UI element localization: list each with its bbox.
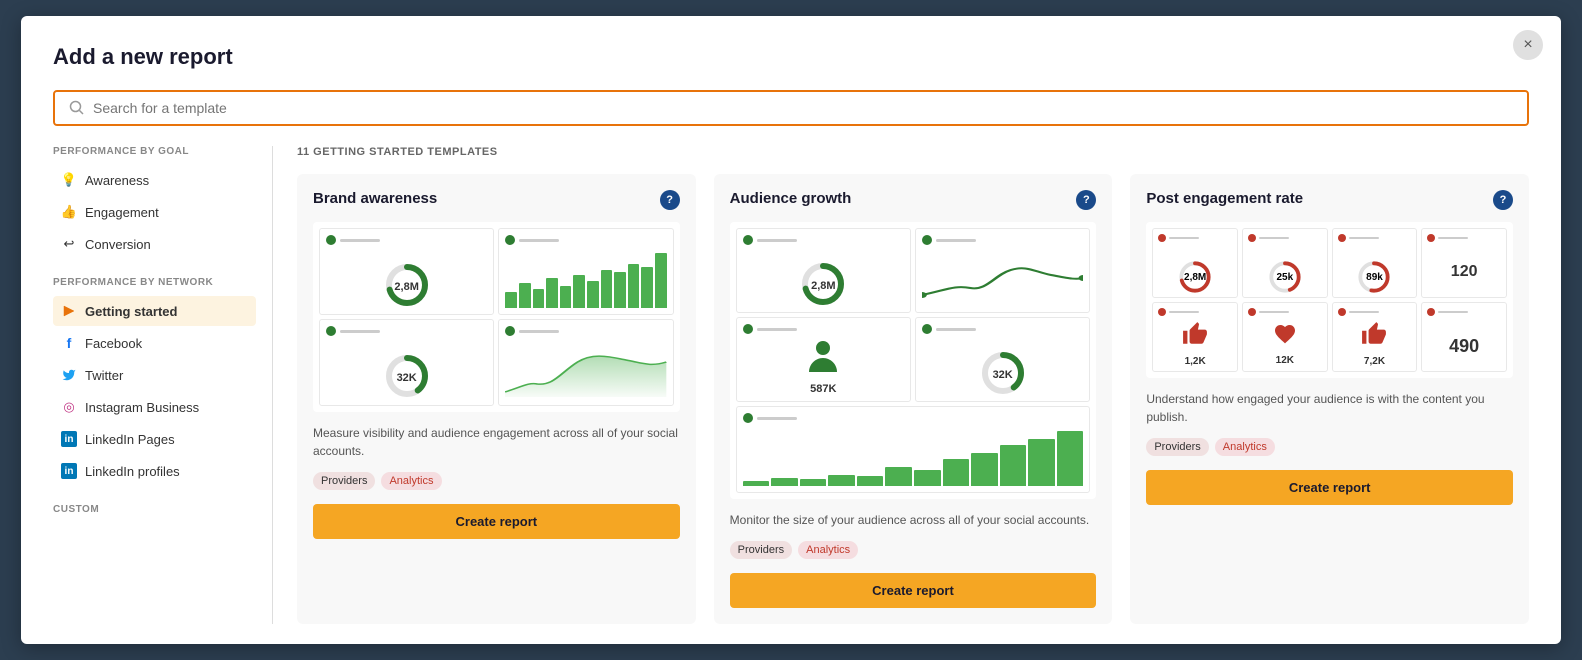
sidebar-goal-label: PERFORMANCE BY GOAL: [53, 146, 256, 157]
pe-cell-8: 490: [1421, 302, 1507, 372]
sidebar-item-engagement-label: Engagement: [85, 205, 159, 220]
sidebar-item-twitter-label: Twitter: [85, 368, 123, 383]
pe-cell-2: 25k: [1242, 228, 1328, 298]
search-icon: [69, 100, 85, 116]
sidebar-goal-section: PERFORMANCE BY GOAL 💡 Awareness 👍 Engage…: [53, 146, 256, 259]
sidebar-item-conversion-label: Conversion: [85, 237, 151, 252]
awareness-icon: 💡: [61, 172, 77, 188]
post-engagement-tags: Providers Analytics: [1146, 438, 1513, 456]
tag-providers-pe: Providers: [1146, 438, 1208, 456]
preview-area-1: [498, 319, 673, 406]
linkedin-pages-icon: in: [61, 431, 77, 447]
pe-cell-1: 2,8M: [1152, 228, 1238, 298]
templates-grid: Brand awareness ?: [297, 174, 1529, 624]
preview-bar-1: [498, 228, 673, 315]
content-area: PERFORMANCE BY GOAL 💡 Awareness 👍 Engage…: [53, 146, 1529, 624]
audience-growth-help[interactable]: ?: [1076, 190, 1096, 210]
sidebar-custom-label: CUSTOM: [53, 504, 256, 515]
create-report-btn-post-engagement[interactable]: Create report: [1146, 470, 1513, 505]
brand-awareness-desc: Measure visibility and audience engageme…: [313, 424, 680, 460]
card-header-post-engagement: Post engagement rate ?: [1146, 190, 1513, 210]
pe-cell-5: 1,2K: [1152, 302, 1238, 372]
audience-growth-desc: Monitor the size of your audience across…: [730, 511, 1097, 529]
pe-cell-7: 7,2K: [1332, 302, 1418, 372]
brand-awareness-tags: Providers Analytics: [313, 472, 680, 490]
add-report-modal: Add a new report × PERFORMANCE BY GOAL 💡…: [21, 16, 1561, 644]
templates-section-label: 11 GETTING STARTED TEMPLATES: [297, 146, 1529, 158]
tag-analytics-pe: Analytics: [1215, 438, 1275, 456]
preview-ag-donut: 2,8M: [736, 228, 911, 313]
instagram-icon: ◎: [61, 399, 77, 415]
tag-providers-ag: Providers: [730, 541, 792, 559]
modal-title: Add a new report: [53, 44, 1529, 70]
sidebar-item-engagement[interactable]: 👍 Engagement: [53, 197, 256, 227]
create-report-btn-brand-awareness[interactable]: Create report: [313, 504, 680, 539]
brand-awareness-preview: 2,8M: [313, 222, 680, 412]
brand-awareness-title: Brand awareness: [313, 190, 437, 207]
audience-growth-tags: Providers Analytics: [730, 541, 1097, 559]
post-engagement-title: Post engagement rate: [1146, 190, 1303, 207]
engagement-icon: 👍: [61, 204, 77, 220]
post-engagement-help[interactable]: ?: [1493, 190, 1513, 210]
sidebar-item-instagram[interactable]: ◎ Instagram Business: [53, 392, 256, 422]
preview-ag-line: [915, 228, 1090, 313]
pe-cell-4: 120: [1421, 228, 1507, 298]
post-engagement-desc: Understand how engaged your audience is …: [1146, 390, 1513, 426]
close-button[interactable]: ×: [1513, 30, 1543, 60]
sidebar-item-conversion[interactable]: ↩ Conversion: [53, 229, 256, 259]
preview-ag-bar: [736, 406, 1091, 493]
sidebar-item-linkedin-profiles-label: LinkedIn profiles: [85, 464, 180, 479]
template-card-brand-awareness: Brand awareness ?: [297, 174, 696, 624]
conversion-icon: ↩: [61, 236, 77, 252]
preview-ag-donut2: 32K: [915, 317, 1090, 402]
tag-analytics: Analytics: [381, 472, 441, 490]
sidebar-item-awareness-label: Awareness: [85, 173, 149, 188]
sidebar-item-getting-started[interactable]: Getting started: [53, 296, 256, 326]
preview-donut-2: 32K: [319, 319, 494, 406]
template-card-audience-growth: Audience growth ?: [714, 174, 1113, 624]
facebook-icon: f: [61, 335, 77, 351]
sidebar-item-linkedin-pages[interactable]: in LinkedIn Pages: [53, 424, 256, 454]
search-bar-container: [53, 90, 1529, 126]
sidebar-item-instagram-label: Instagram Business: [85, 400, 199, 415]
audience-growth-title: Audience growth: [730, 190, 852, 207]
card-header-brand-awareness: Brand awareness ?: [313, 190, 680, 210]
sidebar-item-facebook[interactable]: f Facebook: [53, 328, 256, 358]
sidebar-network-section: PERFORMANCE BY NETWORK Getting started f…: [53, 277, 256, 486]
sidebar: PERFORMANCE BY GOAL 💡 Awareness 👍 Engage…: [53, 146, 273, 624]
template-card-post-engagement: Post engagement rate ?: [1130, 174, 1529, 624]
getting-started-icon: [61, 303, 77, 319]
preview-donut-1: 2,8M: [319, 228, 494, 315]
tag-providers: Providers: [313, 472, 375, 490]
linkedin-profiles-icon: in: [61, 463, 77, 479]
post-engagement-preview: 2,8M 25k: [1146, 222, 1513, 378]
sidebar-network-label: PERFORMANCE BY NETWORK: [53, 277, 256, 288]
pe-cell-6: 12K: [1242, 302, 1328, 372]
sidebar-item-awareness[interactable]: 💡 Awareness: [53, 165, 256, 195]
sidebar-item-linkedin-profiles[interactable]: in LinkedIn profiles: [53, 456, 256, 486]
tag-analytics-ag: Analytics: [798, 541, 858, 559]
audience-growth-preview: 2,8M: [730, 222, 1097, 499]
card-header-audience-growth: Audience growth ?: [730, 190, 1097, 210]
sidebar-item-linkedin-pages-label: LinkedIn Pages: [85, 432, 175, 447]
preview-ag-person: 587K: [736, 317, 911, 402]
brand-awareness-help[interactable]: ?: [660, 190, 680, 210]
pe-cell-3: 89k: [1332, 228, 1418, 298]
sidebar-item-facebook-label: Facebook: [85, 336, 142, 351]
sidebar-item-getting-started-label: Getting started: [85, 304, 177, 319]
main-content: 11 GETTING STARTED TEMPLATES Brand aware…: [273, 146, 1529, 624]
search-input[interactable]: [93, 100, 1513, 116]
sidebar-item-twitter[interactable]: Twitter: [53, 360, 256, 390]
twitter-icon: [61, 367, 77, 383]
create-report-btn-audience-growth[interactable]: Create report: [730, 573, 1097, 608]
